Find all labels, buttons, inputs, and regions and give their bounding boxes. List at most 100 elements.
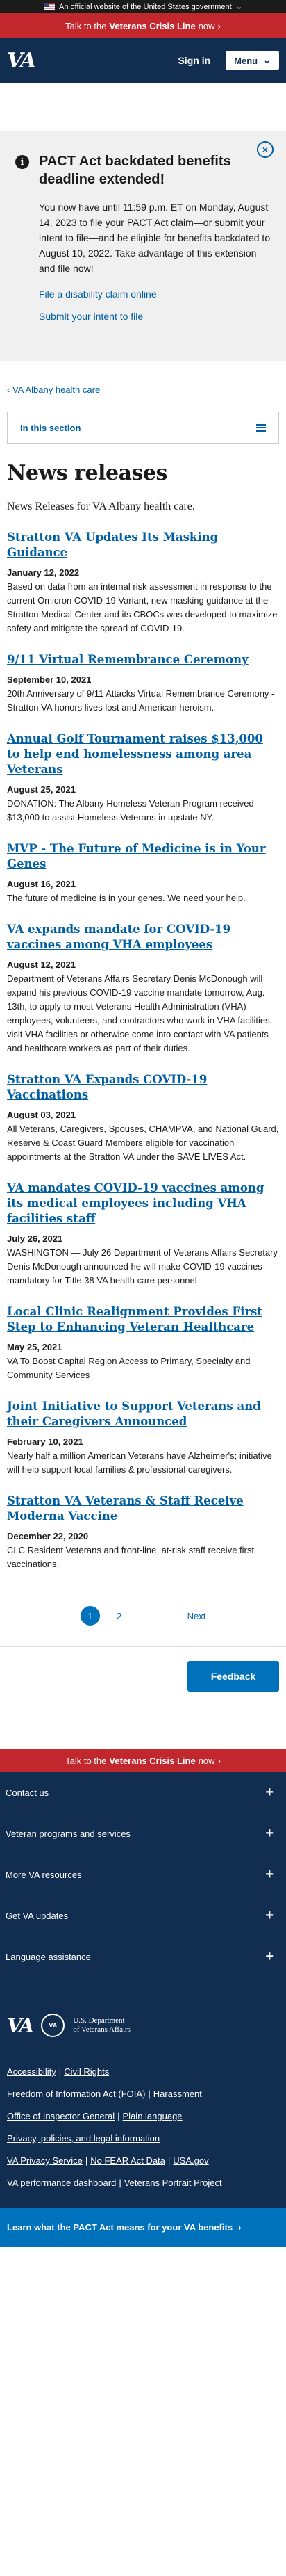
- footer-link[interactable]: Privacy, policies, and legal information: [7, 2133, 160, 2144]
- news-description: WASHINGTON — July 26 Department of Veter…: [7, 1247, 278, 1286]
- news-date: August 16, 2021: [7, 879, 76, 889]
- feedback-button[interactable]: Feedback: [187, 1661, 279, 1692]
- news-date: September 10, 2021: [7, 674, 92, 685]
- plus-icon: +: [265, 1948, 274, 1964]
- us-flag-icon: [44, 3, 56, 10]
- gov-banner[interactable]: An official website of the United States…: [0, 0, 286, 13]
- department-name[interactable]: U.S. Department of Veterans Affairs: [73, 2016, 131, 2034]
- alert-body: You now have until 11:59 p.m. ET on Mond…: [39, 202, 271, 274]
- menu-button[interactable]: Menu ⌄: [226, 51, 279, 70]
- footer-link[interactable]: VA Privacy Service: [7, 2155, 83, 2166]
- news-title-link[interactable]: MVP - The Future of Medicine is in Your …: [7, 842, 266, 870]
- footer-link[interactable]: Accessibility: [7, 2066, 56, 2077]
- footer-link[interactable]: Civil Rights: [64, 2066, 109, 2077]
- footer-crisis-line-banner[interactable]: Talk to the Veterans Crisis Line now ›: [0, 1749, 286, 1772]
- in-section-label: In this section: [20, 422, 81, 433]
- footer-accordion-language[interactable]: Language assistance +: [0, 1936, 286, 1977]
- footer-link[interactable]: Harassment: [153, 2089, 202, 2099]
- page-title: News releases: [7, 461, 167, 485]
- news-description: VA To Boost Capital Region Access to Pri…: [7, 1356, 251, 1380]
- footer-link[interactable]: Freedom of Information Act (FOIA): [7, 2089, 145, 2099]
- news-title-link[interactable]: Annual Golf Tournament raises $13,000 to…: [7, 732, 263, 776]
- news-item: 9/11 Virtual Remembrance Ceremony Septem…: [7, 652, 279, 715]
- chevron-right-icon: ›: [217, 1755, 221, 1766]
- page-1-link[interactable]: 1: [80, 1606, 100, 1626]
- news-item: VA mandates COVID-19 vaccines among its …: [7, 1181, 279, 1288]
- pact-act-banner[interactable]: Learn what the PACT Act means for your V…: [0, 2208, 286, 2247]
- department-line-1: U.S. Department: [73, 2016, 125, 2025]
- crisis-prefix: Talk to the: [65, 1755, 107, 1766]
- close-icon[interactable]: ×: [257, 141, 274, 158]
- accordion-label: Get VA updates: [6, 1910, 69, 1921]
- next-page-link[interactable]: Next: [187, 1611, 206, 1621]
- footer-accordion-resources[interactable]: More VA resources +: [0, 1854, 286, 1895]
- footer-link[interactable]: Office of Inspector General: [7, 2111, 115, 2121]
- accordion-label: More VA resources: [6, 1869, 82, 1880]
- footer-link[interactable]: Veterans Portrait Project: [124, 2178, 222, 2188]
- footer-accordion-updates[interactable]: Get VA updates +: [0, 1895, 286, 1936]
- news-title-link[interactable]: VA mandates COVID-19 vaccines among its …: [7, 1181, 264, 1225]
- news-item: Stratton VA Expands COVID-19 Vaccination…: [7, 1072, 279, 1164]
- crisis-line-banner[interactable]: Talk to the Veterans Crisis Line now ›: [0, 13, 286, 38]
- chevron-right-icon: ›: [217, 20, 221, 31]
- news-title-link[interactable]: Stratton VA Expands COVID-19 Vaccination…: [7, 1073, 207, 1101]
- chevron-down-icon: ⌄: [235, 3, 242, 11]
- footer-link[interactable]: No FEAR Act Data: [90, 2155, 165, 2166]
- intent-to-file-link[interactable]: Submit your intent to file: [39, 311, 271, 322]
- plus-icon: +: [265, 1825, 274, 1841]
- news-description: CLC Resident Veterans and front-line, at…: [7, 1545, 254, 1569]
- department-line-2: of Veterans Affairs: [73, 2025, 131, 2034]
- news-item: Local Clinic Realignment Provides First …: [7, 1304, 279, 1382]
- footer-logos: VA VA U.S. Department of Veterans Affair…: [0, 1977, 286, 2051]
- footer-link[interactable]: USA.gov: [173, 2155, 208, 2166]
- in-this-section-button[interactable]: In this section: [7, 412, 279, 444]
- news-title-link[interactable]: VA expands mandate for COVID-19 vaccines…: [7, 923, 230, 951]
- site-footer: Contact us + Veteran programs and servic…: [0, 1772, 286, 2247]
- footer-accordion-programs[interactable]: Veteran programs and services +: [0, 1813, 286, 1854]
- page-2-link[interactable]: 2: [110, 1606, 129, 1626]
- chevron-right-icon: ›: [238, 2222, 242, 2233]
- news-title-link[interactable]: Stratton VA Updates Its Masking Guidance: [7, 530, 218, 559]
- news-item: Stratton VA Updates Its Masking Guidance…: [7, 530, 279, 635]
- news-description: The future of medicine is in your genes.…: [7, 893, 246, 903]
- news-date: December 22, 2020: [7, 1531, 89, 1541]
- crisis-strong: Veterans Crisis Line: [109, 1755, 196, 1766]
- news-date: January 12, 2022: [7, 567, 80, 578]
- accordion-label: Veteran programs and services: [6, 1828, 131, 1839]
- news-list: Stratton VA Updates Its Masking Guidance…: [0, 530, 286, 1571]
- footer-accordion-contact-us[interactable]: Contact us +: [0, 1772, 286, 1813]
- menu-label: Menu: [234, 55, 258, 66]
- plus-icon: +: [265, 1907, 274, 1923]
- breadcrumb: ‹ VA Albany health care: [0, 384, 286, 395]
- accordion-label: Language assistance: [6, 1951, 91, 1962]
- news-description: Nearly half a million American Veterans …: [7, 1450, 272, 1475]
- news-date: August 12, 2021: [7, 959, 76, 970]
- news-title-link[interactable]: Stratton VA Veterans & Staff Receive Mod…: [7, 1494, 244, 1523]
- hamburger-icon: [256, 423, 266, 432]
- va-seal-icon: VA: [41, 2014, 65, 2037]
- news-title-link[interactable]: Local Clinic Realignment Provides First …: [7, 1305, 262, 1334]
- news-item: MVP - The Future of Medicine is in Your …: [7, 841, 279, 905]
- news-description: DONATION: The Albany Homeless Veteran Pr…: [7, 798, 254, 823]
- page-intro: News Releases for VA Albany health care.: [7, 501, 195, 512]
- va-logo[interactable]: VA: [7, 2014, 34, 2037]
- file-claim-link[interactable]: File a disability claim online: [39, 289, 271, 300]
- news-date: August 25, 2021: [7, 784, 76, 795]
- alert-title: PACT Act backdated benefits deadline ext…: [39, 154, 231, 187]
- va-logo[interactable]: VA: [7, 49, 36, 73]
- pact-alert: × i PACT Act backdated benefits deadline…: [0, 131, 286, 361]
- pact-banner-text: Learn what the PACT Act means for your V…: [7, 2222, 233, 2233]
- site-header: VA Sign in Menu ⌄: [0, 38, 286, 83]
- footer-link[interactable]: VA performance dashboard: [7, 2178, 116, 2188]
- breadcrumb-link[interactable]: ‹ VA Albany health care: [7, 384, 100, 395]
- news-date: August 03, 2021: [7, 1110, 76, 1120]
- news-item: VA expands mandate for COVID-19 vaccines…: [7, 922, 279, 1055]
- accordion-label: Contact us: [6, 1787, 49, 1798]
- crisis-prefix: Talk to the: [65, 20, 107, 31]
- sign-in-link[interactable]: Sign in: [178, 55, 210, 66]
- footer-link[interactable]: Plain language: [123, 2111, 183, 2121]
- news-title-link[interactable]: 9/11 Virtual Remembrance Ceremony: [7, 653, 249, 666]
- crisis-suffix: now: [198, 20, 215, 31]
- gov-banner-text: An official website of the United States…: [59, 2, 232, 11]
- news-title-link[interactable]: Joint Initiative to Support Veterans and…: [7, 1400, 261, 1428]
